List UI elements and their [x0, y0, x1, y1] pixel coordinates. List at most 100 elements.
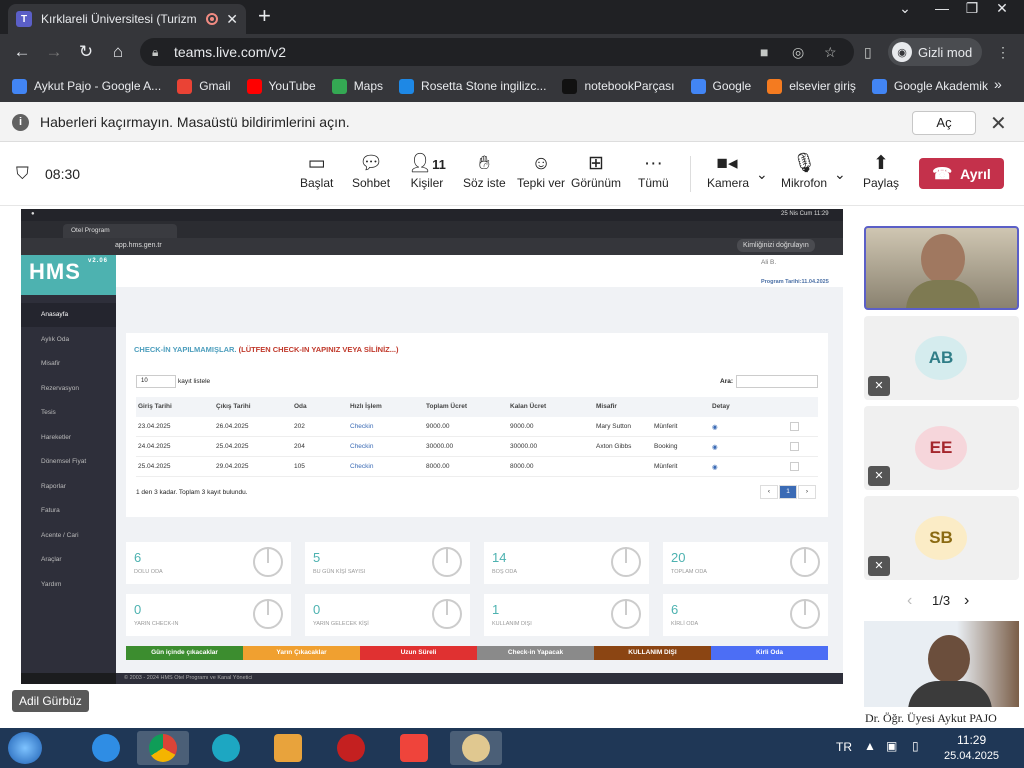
lock-icon[interactable]: 🔒︎	[152, 45, 158, 60]
pager-button[interactable]: 1	[779, 485, 797, 499]
checkin-link[interactable]: Checkin	[350, 423, 373, 430]
clock-time[interactable]: 11:29	[957, 733, 986, 747]
hms-sidebar-item[interactable]: Hareketler	[21, 426, 116, 450]
app-red-icon[interactable]	[325, 731, 377, 765]
column-header[interactable]: Hızlı İşlem	[350, 403, 382, 410]
hms-sidebar-item[interactable]: Yardım	[21, 573, 116, 597]
column-header[interactable]: Oda	[294, 403, 307, 410]
hms-sidebar-item[interactable]: Anasayfa	[21, 303, 116, 327]
shield-icon[interactable]: ⛉	[16, 164, 29, 184]
paint-icon[interactable]	[450, 731, 502, 765]
tab-search-icon[interactable]: ⌄	[888, 0, 922, 20]
column-header[interactable]: Toplam Ücret	[426, 403, 467, 410]
camera-blocked-icon[interactable]: ■	[760, 44, 768, 60]
bookmark-item[interactable]: Aykut Pajo - Google A...	[12, 78, 161, 94]
menu-icon[interactable]: ⋮	[996, 44, 1010, 61]
participant-tile[interactable]: SB ✕	[864, 496, 1019, 580]
reload-icon[interactable]: ↻	[76, 42, 96, 62]
column-header[interactable]: Giriş Tarihi	[138, 403, 172, 410]
control-raise-hand-button[interactable]: ✋︎ Söz iste	[463, 152, 506, 190]
mic-button[interactable]: 🎙︎ Mikrofon	[779, 152, 829, 190]
address-bar[interactable]: teams.live.com/v2	[140, 38, 854, 66]
eye-off-icon[interactable]: ◎	[792, 44, 804, 61]
control-people-button[interactable]: 👤︎11 Kişiler	[408, 152, 446, 190]
inner-tab[interactable]: Otel Program	[63, 224, 177, 238]
control-share-screen-button[interactable]: ▭ Başlat	[300, 152, 333, 190]
bookmark-item[interactable]: Gmail	[177, 78, 231, 94]
ie-icon[interactable]	[80, 731, 132, 765]
hms-sidebar-item[interactable]: Misafir	[21, 352, 116, 376]
row-checkbox[interactable]	[790, 462, 799, 471]
control-chat-button[interactable]: 💬︎ Sohbet	[352, 152, 390, 190]
bookmark-item[interactable]: notebookParçası	[562, 78, 675, 94]
row-checkbox[interactable]	[790, 422, 799, 431]
hms-sidebar-item[interactable]: Fatura	[21, 499, 116, 523]
bookmark-item[interactable]: Google Akademik	[871, 78, 988, 94]
control-more-button[interactable]: ··· Tümü	[638, 152, 669, 190]
new-tab-icon[interactable]: +	[258, 5, 271, 27]
pager-button[interactable]: ›	[798, 485, 816, 499]
restore-icon[interactable]: ❐	[955, 0, 989, 20]
column-header[interactable]: Detay	[712, 403, 730, 410]
camera-button[interactable]: ■◂ Kamera	[707, 152, 749, 190]
bookmark-item[interactable]: YouTube	[246, 78, 316, 94]
hms-sidebar-item[interactable]: Raporlar	[21, 475, 116, 499]
hms-user[interactable]: Ali B.	[761, 259, 776, 266]
bookmark-item[interactable]: Maps	[331, 78, 383, 94]
hms-sidebar-item[interactable]: Rezervasyon	[21, 377, 116, 401]
participant-tile[interactable]: EE ✕	[864, 406, 1019, 490]
page-size-select[interactable]: 10	[136, 375, 176, 388]
hms-sidebar-item[interactable]: Dönemsel Fiyat	[21, 450, 116, 474]
home-icon[interactable]: ⌂	[108, 42, 128, 62]
close-notification-icon[interactable]: ✕	[990, 111, 1007, 136]
network-icon[interactable]: ▣	[886, 739, 897, 753]
battery-icon[interactable]: ▯	[912, 739, 919, 753]
side-panel-icon[interactable]: ▯	[864, 44, 872, 61]
verify-badge[interactable]: Kimliğinizi doğrulayın	[737, 239, 815, 252]
close-window-icon[interactable]: ✕	[985, 0, 1019, 20]
minimize-icon[interactable]: —	[925, 0, 959, 20]
column-header[interactable]: Çıkış Tarihi	[216, 403, 251, 410]
bookmark-item[interactable]: Google	[690, 78, 751, 94]
enable-notifications-button[interactable]: Aç	[912, 111, 976, 135]
column-header[interactable]: Misafir	[596, 403, 617, 410]
bookmark-star-icon[interactable]: ☆	[824, 44, 837, 61]
participant-tile[interactable]: AB ✕	[864, 316, 1019, 400]
language-indicator[interactable]: TR	[836, 740, 852, 754]
bookmark-item[interactable]: Rosetta Stone ingilizc...	[399, 78, 546, 94]
share-button[interactable]: ⬆ Paylaş	[862, 152, 900, 190]
participant-video-self[interactable]	[864, 226, 1019, 310]
incognito-badge[interactable]: ◉ Gizli mod	[888, 38, 983, 66]
hms-sidebar-item[interactable]: Acente / Cari	[21, 524, 116, 548]
hms-sidebar-item[interactable]: Araçlar	[21, 548, 116, 572]
hms-sidebar-item[interactable]: Tesis	[21, 401, 116, 425]
browser-tab[interactable]: T Kırklareli Üniversitesi (Turizm Fak ✕	[8, 4, 246, 34]
close-tab-icon[interactable]: ✕	[226, 11, 238, 28]
checkin-link[interactable]: Checkin	[350, 463, 373, 470]
detail-eye-icon[interactable]: ◉	[712, 443, 718, 451]
mic-options-chevron-icon[interactable]: ⌄	[834, 166, 846, 183]
checkin-link[interactable]: Checkin	[350, 443, 373, 450]
row-checkbox[interactable]	[790, 442, 799, 451]
host-video[interactable]	[864, 621, 1019, 707]
bookmark-item[interactable]: elsevier giriş	[767, 78, 856, 94]
more-bookmarks-icon[interactable]: »	[994, 76, 1002, 92]
search-input[interactable]	[736, 375, 818, 388]
clock-date[interactable]: 25.04.2025	[944, 750, 999, 762]
leave-button[interactable]: ☎ Ayrıl	[919, 158, 1004, 189]
back-icon[interactable]: ←	[12, 42, 32, 62]
start-button-icon[interactable]	[8, 732, 42, 764]
detail-eye-icon[interactable]: ◉	[712, 463, 718, 471]
chrome-icon[interactable]	[137, 731, 189, 765]
next-page-icon[interactable]: ›	[964, 592, 969, 610]
anydesk-icon[interactable]	[388, 731, 440, 765]
forward-icon[interactable]: →	[44, 42, 64, 62]
tray-chevron-icon[interactable]: ▲	[864, 739, 876, 753]
detail-eye-icon[interactable]: ◉	[712, 423, 718, 431]
edge-icon[interactable]	[200, 731, 252, 765]
prev-page-icon[interactable]: ‹	[907, 592, 912, 610]
media-player-icon[interactable]	[262, 731, 314, 765]
camera-options-chevron-icon[interactable]: ⌄	[756, 166, 768, 183]
pager-button[interactable]: ‹	[760, 485, 778, 499]
control-emoji-button[interactable]: ☺ Tepki ver	[517, 152, 565, 190]
